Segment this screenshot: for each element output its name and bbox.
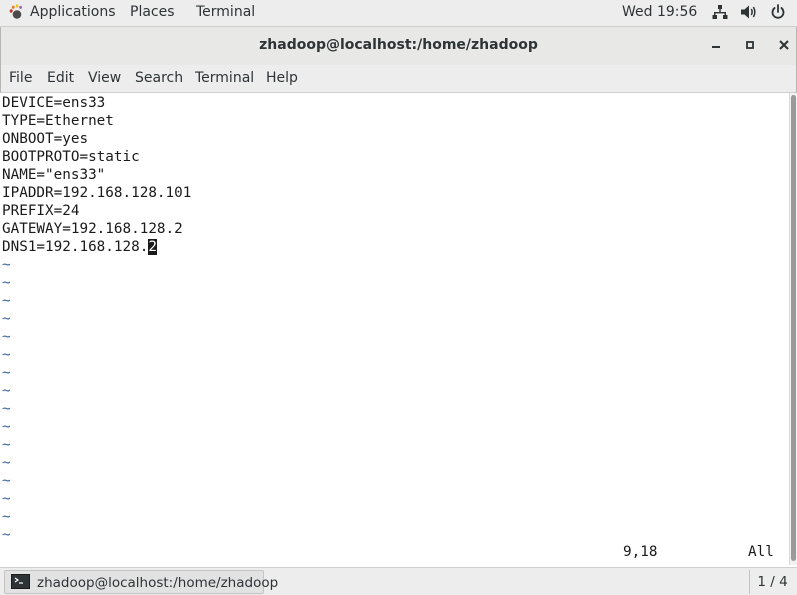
window-title: zhadoop@localhost:/home/zhadoop — [259, 37, 538, 53]
empty-line-marker: ~ — [2, 293, 11, 309]
top-panel: Applications Places Terminal Wed 19:56 — [0, 0, 797, 27]
editor-line-current: DNS1=192.168.128.2 — [2, 238, 157, 256]
empty-line-marker: ~ — [2, 437, 11, 453]
empty-line-marker: ~ — [2, 347, 11, 363]
window-titlebar[interactable]: zhadoop@localhost:/home/zhadoop — [0, 27, 797, 65]
empty-line-marker: ~ — [2, 527, 11, 543]
taskbar-window-label: zhadoop@localhost:/home/zhadoop — [37, 575, 279, 591]
minimize-button[interactable] — [706, 35, 726, 55]
close-icon — [779, 40, 789, 50]
scrollbar-thumb[interactable] — [791, 95, 796, 561]
menu-help[interactable]: Help — [266, 70, 298, 86]
gnome-foot-icon — [9, 4, 22, 19]
empty-line-marker: ~ — [2, 509, 11, 525]
editor-line: PREFIX=24 — [2, 203, 80, 219]
empty-line-marker: ~ — [2, 473, 11, 489]
maximize-icon — [746, 41, 754, 49]
bottom-taskbar: zhadoop@localhost:/home/zhadoop 1 / 4 — [0, 567, 797, 595]
editor-line: BOOTPROTO=static — [2, 149, 140, 165]
clock[interactable]: Wed 19:56 — [622, 4, 697, 20]
cursor-position: 9,18 — [623, 544, 658, 560]
menu-edit[interactable]: Edit — [47, 70, 74, 86]
terminal-icon — [11, 574, 30, 589]
editor-line: TYPE=Ethernet — [2, 113, 114, 129]
menu-view[interactable]: View — [88, 70, 121, 86]
editor-line: ONBOOT=yes — [2, 131, 89, 147]
empty-line-marker: ~ — [2, 401, 11, 417]
empty-line-marker: ~ — [2, 329, 11, 345]
empty-line-marker: ~ — [2, 383, 11, 399]
empty-line-marker: ~ — [2, 365, 11, 381]
network-icon — [712, 5, 728, 19]
empty-line-marker: ~ — [2, 311, 11, 327]
volume-icon — [741, 5, 756, 19]
maximize-button[interactable] — [740, 35, 760, 55]
empty-line-marker: ~ — [2, 275, 11, 291]
empty-line-marker: ~ — [2, 257, 11, 273]
editor-line: DEVICE=ens33 — [2, 95, 106, 111]
minimize-icon — [712, 46, 720, 48]
editor-line: IPADDR=192.168.128.101 — [2, 185, 192, 201]
editor-line: NAME="ens33" — [2, 167, 106, 183]
empty-line-marker: ~ — [2, 419, 11, 435]
empty-line-marker: ~ — [2, 491, 11, 507]
workspace-indicator[interactable]: 1 / 4 — [749, 570, 795, 594]
menubar: File Edit View Search Terminal Help — [0, 65, 797, 93]
editor-line: GATEWAY=192.168.128.2 — [2, 221, 183, 237]
power-icon — [771, 4, 785, 19]
scroll-position: All — [748, 544, 774, 560]
applications-label: Applications — [30, 4, 116, 20]
close-button[interactable] — [774, 35, 794, 55]
system-status-area[interactable] — [712, 4, 786, 20]
vertical-scrollbar[interactable] — [789, 93, 797, 565]
editor-line-text: DNS1=192.168.128. — [2, 239, 149, 255]
taskbar-window-terminal[interactable]: zhadoop@localhost:/home/zhadoop — [4, 570, 278, 594]
terminal-app-menu[interactable]: Terminal — [196, 4, 255, 20]
menu-file[interactable]: File — [9, 70, 32, 86]
text-cursor: 2 — [148, 239, 157, 255]
menu-search[interactable]: Search — [135, 70, 183, 86]
terminal-content[interactable]: DEVICE=ens33 TYPE=Ethernet ONBOOT=yes BO… — [1, 93, 789, 565]
places-menu[interactable]: Places — [130, 4, 175, 20]
applications-menu[interactable]: Applications — [8, 4, 116, 20]
empty-line-marker: ~ — [2, 455, 11, 471]
menu-terminal[interactable]: Terminal — [195, 70, 254, 86]
